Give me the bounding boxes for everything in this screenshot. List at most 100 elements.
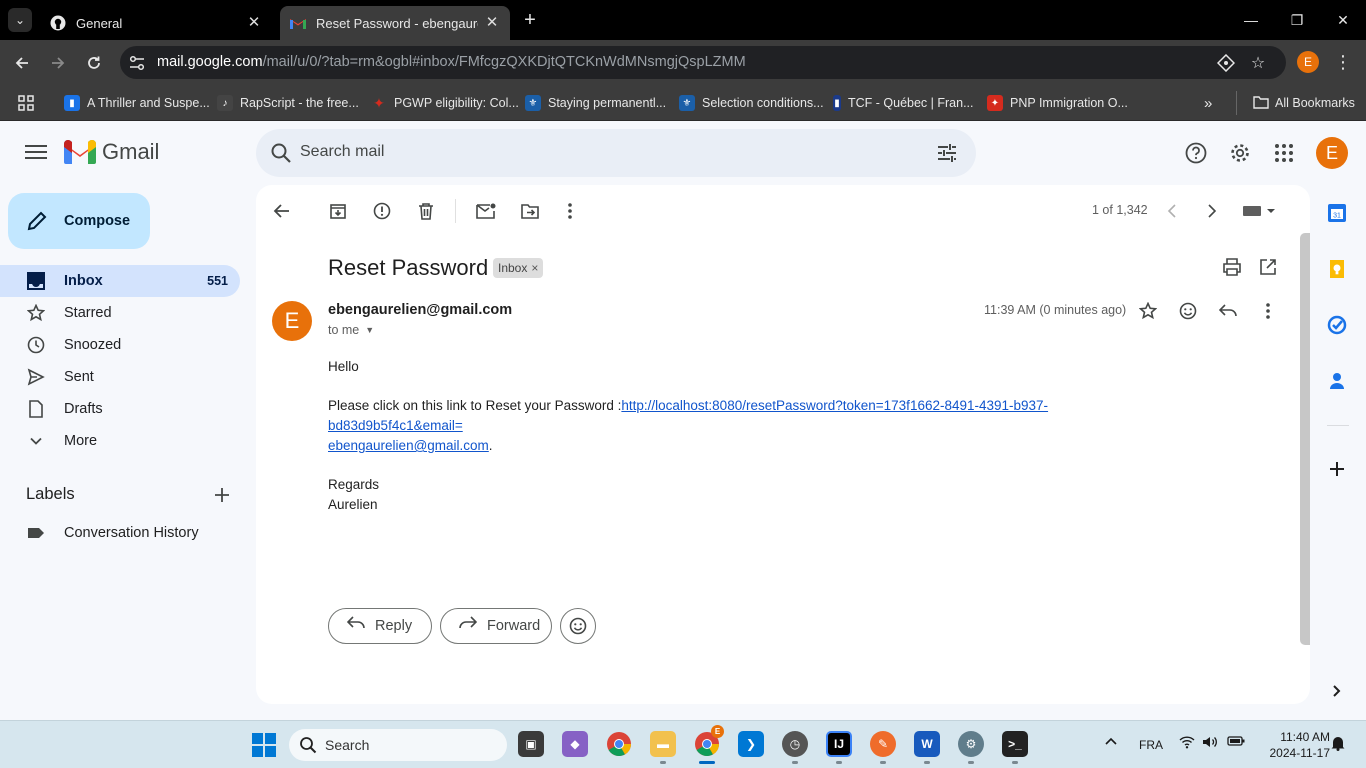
more-actions-icon[interactable]	[556, 197, 584, 225]
bookmark-item[interactable]: ▮ A Thriller and Suspe...	[64, 91, 210, 115]
language-indicator[interactable]: FRA	[1139, 738, 1163, 752]
tab-general[interactable]: General ✕	[40, 6, 272, 40]
search-icon[interactable]	[270, 142, 292, 164]
newer-chevron-icon[interactable]	[1158, 197, 1186, 225]
all-bookmarks[interactable]: All Bookmarks	[1236, 91, 1355, 115]
tab-search-button[interactable]: ⌄	[8, 8, 32, 32]
input-tools-icon[interactable]	[1236, 197, 1282, 225]
word-icon[interactable]: W	[914, 731, 940, 757]
bookmark-item[interactable]: ✦ PNP Immigration O...	[987, 91, 1128, 115]
close-icon[interactable]: ✕	[246, 15, 262, 31]
inbox-label-chip[interactable]: Inbox ×	[493, 258, 544, 278]
visual-studio-icon[interactable]: ◆	[562, 731, 588, 757]
sidebar-item-conversation-history[interactable]: Conversation History	[0, 517, 240, 549]
search-input[interactable]	[300, 143, 900, 161]
settings-gear-icon[interactable]	[1228, 141, 1252, 165]
vscode-icon[interactable]: ❯	[738, 731, 764, 757]
browser-menu-icon[interactable]: ⋮	[1334, 51, 1352, 73]
volume-icon[interactable]	[1202, 735, 1218, 752]
calendar-icon[interactable]: 31	[1327, 203, 1349, 225]
tasks-icon[interactable]	[1327, 315, 1349, 337]
chrome-profile-icon[interactable]: E	[694, 725, 724, 757]
bookmark-star-icon[interactable]: ☆	[1248, 53, 1268, 73]
bookmark-item[interactable]: ♪ RapScript - the free...	[217, 91, 359, 115]
search-options-icon[interactable]	[936, 142, 958, 164]
add-addon-icon[interactable]	[1327, 459, 1349, 481]
add-label-icon[interactable]	[212, 485, 232, 505]
forward-button[interactable]: Forward	[440, 608, 552, 644]
search-bar[interactable]	[256, 129, 976, 177]
intellij-icon[interactable]: IJ	[826, 731, 852, 757]
reply-button[interactable]: Reply	[328, 608, 432, 644]
sidebar-item-snoozed[interactable]: Snoozed	[0, 329, 240, 361]
sender-avatar[interactable]: E	[272, 301, 312, 341]
settings-icon[interactable]: ⚙	[958, 731, 984, 757]
gmail-logo[interactable]: Gmail	[64, 139, 159, 165]
expand-side-panel-icon[interactable]	[1327, 681, 1349, 703]
emoji-reaction-button[interactable]	[560, 608, 596, 644]
sender-name[interactable]: ebengaurelien@gmail.com	[328, 302, 512, 318]
scrollbar[interactable]	[1300, 233, 1310, 645]
sidebar-item-drafts[interactable]: Drafts	[0, 393, 240, 425]
wifi-icon[interactable]	[1179, 735, 1195, 752]
back-icon[interactable]	[9, 50, 35, 76]
taskbar-search[interactable]: Search	[289, 729, 507, 761]
sidebar-item-sent[interactable]: Sent	[0, 361, 240, 393]
task-view-icon[interactable]: ▣	[518, 731, 544, 757]
emoji-reaction-icon[interactable]	[1174, 297, 1202, 325]
reload-icon[interactable]	[81, 50, 107, 76]
restore-icon[interactable]: ❐	[1274, 0, 1320, 40]
bookmark-item[interactable]: ▮ TCF - Québec | Fran...	[833, 91, 974, 115]
system-clock[interactable]: 11:40 AM 2024-11-17	[1258, 729, 1331, 761]
file-explorer-icon[interactable]: ▬	[650, 731, 676, 757]
back-to-inbox-icon[interactable]	[268, 197, 296, 225]
keep-icon[interactable]	[1327, 259, 1349, 281]
windows-start-icon[interactable]	[252, 733, 276, 757]
contacts-icon[interactable]	[1327, 371, 1349, 393]
profile-avatar[interactable]: E	[1297, 51, 1319, 73]
help-icon[interactable]	[1184, 141, 1208, 165]
print-icon[interactable]	[1218, 253, 1246, 281]
bookmarks-overflow-icon[interactable]: »	[1204, 91, 1212, 115]
reply-icon[interactable]	[1214, 297, 1242, 325]
compose-button[interactable]: Compose	[8, 193, 150, 249]
sidebar-item-inbox[interactable]: Inbox 551	[0, 265, 240, 297]
chrome-icon[interactable]	[606, 731, 632, 757]
mark-unread-icon[interactable]	[472, 197, 500, 225]
google-apps-icon[interactable]	[1272, 141, 1296, 165]
tab-reset-password[interactable]: Reset Password - ebengaurelien ✕	[280, 6, 510, 40]
terminal-icon[interactable]: >_	[1002, 731, 1028, 757]
bookmark-item[interactable]: ⚜ Selection conditions...	[679, 91, 824, 115]
star-icon[interactable]	[1134, 297, 1162, 325]
move-to-icon[interactable]	[516, 197, 544, 225]
close-icon[interactable]: ✕	[484, 15, 500, 31]
sidebar-item-more[interactable]: More	[0, 425, 240, 457]
message-more-icon[interactable]	[1254, 297, 1282, 325]
minimize-icon[interactable]: —	[1228, 0, 1274, 40]
forward-icon[interactable]	[45, 50, 71, 76]
window-close-icon[interactable]: ✕	[1320, 0, 1366, 40]
report-spam-icon[interactable]	[368, 197, 396, 225]
battery-icon[interactable]	[1227, 735, 1245, 750]
site-settings-icon[interactable]	[128, 54, 146, 72]
inbox-icon	[26, 271, 46, 291]
address-bar[interactable]: mail.google.com/mail/u/0/?tab=rm&ogbl#in…	[120, 46, 1286, 79]
postman-icon[interactable]: ✎	[870, 731, 896, 757]
sidebar-item-starred[interactable]: Starred	[0, 297, 240, 329]
show-hidden-icons-icon[interactable]	[1104, 735, 1118, 752]
notification-bell-icon[interactable]	[1330, 735, 1346, 754]
main-menu-icon[interactable]	[24, 141, 48, 165]
older-chevron-icon[interactable]	[1198, 197, 1226, 225]
delete-icon[interactable]	[412, 197, 440, 225]
apps-grid-icon[interactable]	[18, 91, 34, 115]
account-avatar[interactable]: E	[1316, 137, 1348, 169]
translate-icon[interactable]	[1216, 53, 1236, 73]
clock-app-icon[interactable]: ◷	[782, 731, 808, 757]
bookmark-item[interactable]: ✦ PGWP eligibility: Col...	[371, 91, 519, 115]
archive-icon[interactable]	[324, 197, 352, 225]
remove-label-icon[interactable]: ×	[531, 261, 538, 275]
open-new-window-icon[interactable]	[1254, 253, 1282, 281]
new-tab-button[interactable]: +	[518, 10, 542, 30]
recipient-details[interactable]: to me ▼	[328, 323, 374, 337]
bookmark-item[interactable]: ⚜ Staying permanentl...	[525, 91, 666, 115]
